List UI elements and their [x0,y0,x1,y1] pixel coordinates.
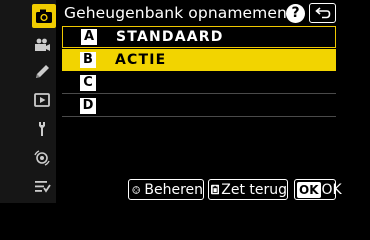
memory-bank-menu-screen: Geheugenbank opnamemenu ? A STANDAARD B … [0,0,370,203]
bank-letter-badge: A [81,29,97,45]
manage-label: Beheren [144,181,203,198]
back-button[interactable] [309,3,336,23]
bank-row-b[interactable]: B ACTIE [62,49,336,71]
sidebar-item-setup[interactable] [30,119,54,139]
sidebar-item-movie-shooting[interactable] [30,35,54,55]
sidebar-item-my-menu[interactable] [30,176,54,196]
memory-bank-list: A STANDAARD B ACTIE C D [62,26,336,118]
reset-button[interactable]: Zet terug [208,179,288,200]
movie-camera-icon [35,38,50,51]
menu-sidebar [0,0,56,203]
manage-button[interactable]: Beheren [128,179,204,200]
camera-icon [36,9,52,23]
sidebar-item-playback[interactable] [30,90,54,110]
network-icon [34,150,50,166]
bank-letter-badge: D [80,97,96,114]
page-title: Geheugenbank opnamemenu [64,4,297,22]
sidebar-item-custom-settings[interactable] [30,62,54,82]
my-menu-icon [35,181,51,193]
bank-letter-badge: B [80,51,96,68]
bank-row-d[interactable]: D [62,95,336,117]
bank-name: ACTIE [115,51,167,68]
reset-label: Zet terug [221,181,287,198]
help-button[interactable]: ? [286,4,305,23]
ok-label: OK [321,181,342,198]
pencil-icon [36,65,49,78]
sidebar-item-network[interactable] [30,148,54,168]
ok-button[interactable]: OK OK [294,179,342,200]
ok-key-icon: OK [297,181,321,198]
trash-icon [211,184,220,195]
bank-name: STANDAARD [116,29,224,45]
playback-icon [34,93,50,107]
wrench-icon [39,122,45,136]
bank-row-c[interactable]: C [62,72,336,94]
sidebar-item-photo-shooting[interactable] [32,4,56,28]
bank-row-a[interactable]: A STANDAARD [62,26,336,48]
multi-selector-icon [132,185,140,194]
bank-letter-badge: C [80,74,96,91]
return-arrow-icon [314,7,330,19]
